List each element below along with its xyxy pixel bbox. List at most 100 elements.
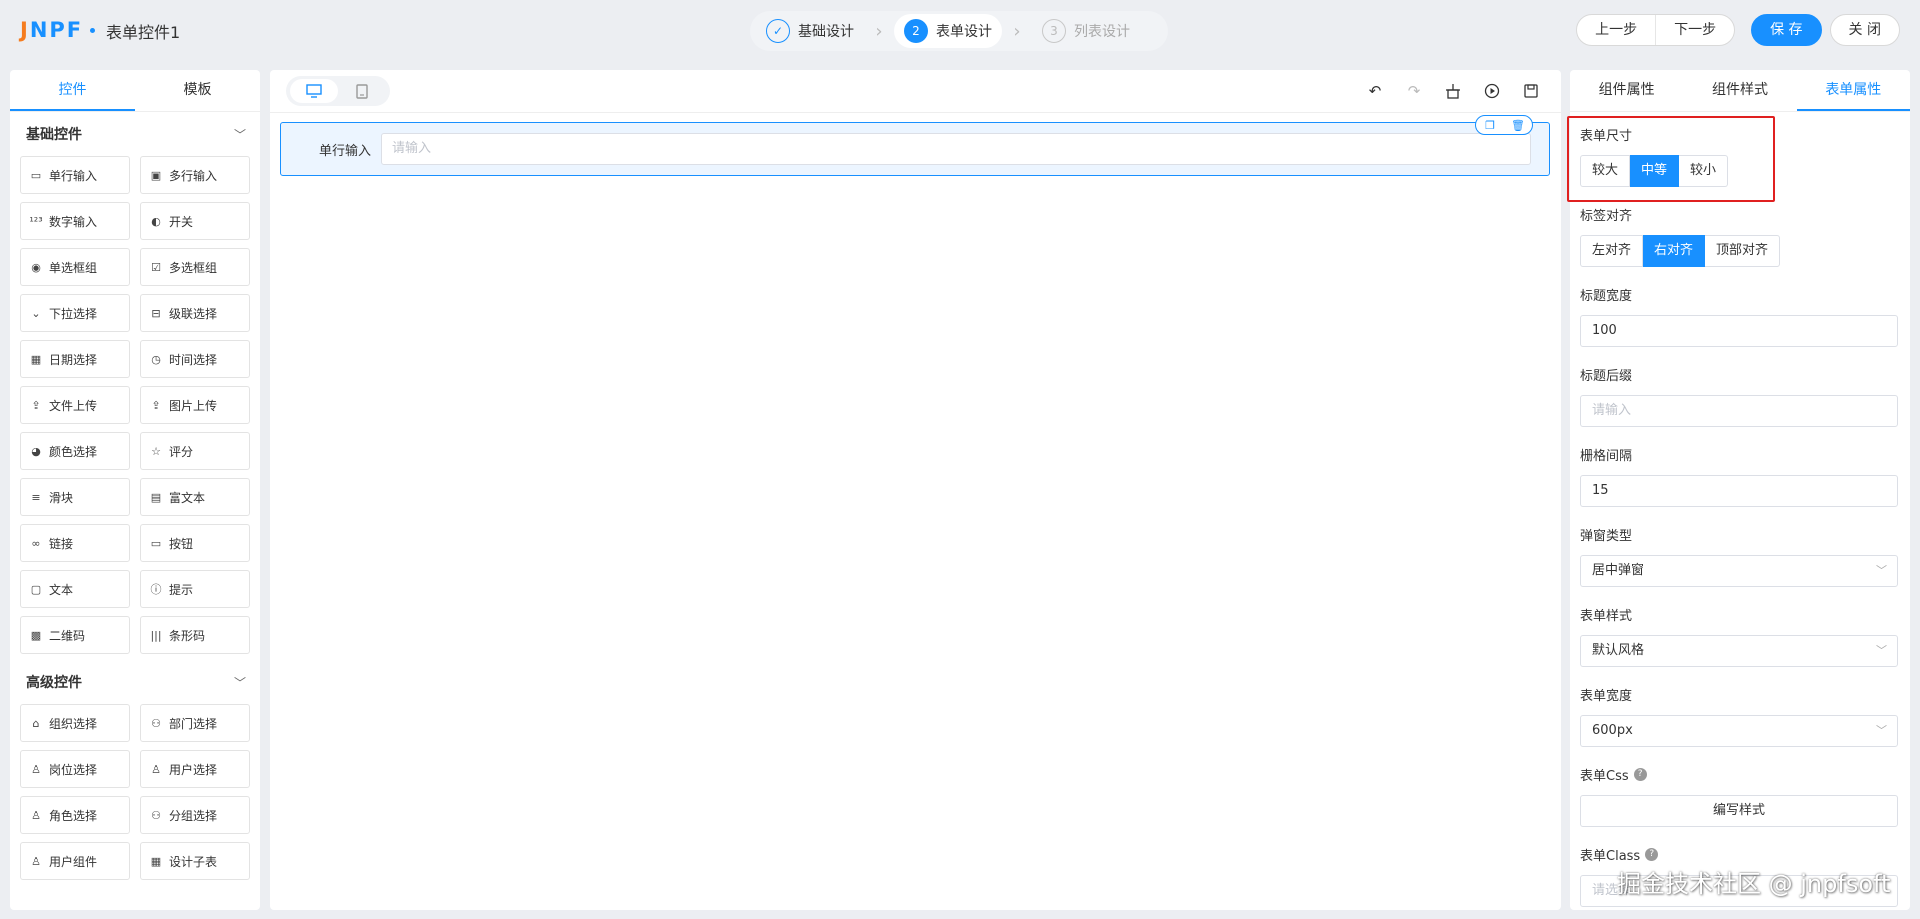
tab-components[interactable]: 控件 [10, 70, 135, 111]
step-number: 2 [904, 19, 928, 43]
barcode-icon: ||| [150, 628, 162, 642]
tab-form-props[interactable]: 表单属性 [1796, 70, 1910, 111]
next-step-button[interactable]: 下一步 [1655, 15, 1734, 45]
component-item[interactable]: ♙ 角色选择 [20, 796, 130, 834]
component-item[interactable]: ♙ 用户选择 [140, 750, 250, 788]
component-item[interactable]: ⇪ 文件上传 [20, 386, 130, 424]
chevron-down-icon: ﹀ [1876, 644, 1887, 657]
component-item[interactable]: ⚇ 分组选择 [140, 796, 250, 834]
time-icon: ◷ [151, 352, 161, 366]
align-left-button[interactable]: 左对齐 [1580, 235, 1644, 267]
step-basic-design[interactable]: ✓ 基础设计 [756, 14, 864, 48]
component-item[interactable]: ♙ 岗位选择 [20, 750, 130, 788]
component-label: 条形码 [169, 628, 206, 643]
component-item[interactable]: ◉ 单选框组 [20, 248, 130, 286]
tab-component-props[interactable]: 组件属性 [1570, 70, 1683, 111]
chevron-right-icon: › [1013, 20, 1021, 42]
component-item[interactable]: ≡ 滑块 [20, 478, 130, 516]
step-form-design[interactable]: 2 表单设计 [894, 14, 1002, 48]
component-item[interactable]: ¹²³ 数字输入 [20, 202, 130, 240]
org-icon: ⌂ [32, 716, 40, 730]
component-item[interactable]: ⊟ 级联选择 [140, 294, 250, 332]
prop-label-text: 表单Class [1580, 848, 1641, 864]
group-title: 基础控件 [26, 127, 82, 143]
qrcode-icon: ▩ [30, 628, 42, 642]
copy-icon[interactable]: ❐ [1476, 116, 1504, 134]
form-item-single-input[interactable]: 单行输入 请输入 ❐ 🗑 [280, 115, 1550, 176]
component-item[interactable]: ♙ 用户组件 [20, 842, 130, 880]
close-button[interactable]: 关 闭 [1829, 14, 1900, 46]
prop-label: 表单Class ? [1580, 844, 1898, 864]
step-label: 表单设计 [936, 24, 992, 40]
title-width-input[interactable]: 100 [1580, 315, 1898, 347]
component-item[interactable]: ∞ 链接 [20, 524, 130, 562]
component-item[interactable]: ▦ 日期选择 [20, 340, 130, 378]
chevron-down-icon: ﹀ [1876, 564, 1887, 577]
preview-play-icon[interactable] [1476, 79, 1508, 103]
app-logo: J NPF [20, 18, 84, 42]
component-label: 数字输入 [49, 214, 98, 229]
component-label: 时间选择 [169, 352, 218, 367]
help-icon[interactable]: ? [1645, 847, 1659, 861]
tab-templates[interactable]: 模板 [135, 70, 260, 111]
component-item[interactable]: ▭ 按钮 [140, 524, 250, 562]
title-width-setting: 标题宽度 100 [1580, 284, 1898, 347]
date-icon: ▦ [30, 352, 42, 366]
save-draft-icon[interactable] [1515, 79, 1547, 103]
component-label: 图片上传 [169, 398, 218, 413]
component-item[interactable]: ☆ 评分 [140, 432, 250, 470]
form-style-select[interactable]: 默认风格 ﹀ [1580, 635, 1898, 667]
save-button[interactable]: 保 存 [1751, 14, 1822, 46]
write-style-button[interactable]: 编写样式 [1580, 795, 1898, 827]
field-label: 单行输入 [318, 143, 371, 159]
component-item[interactable]: ||| 条形码 [140, 616, 250, 654]
undo-icon[interactable]: ↶ [1359, 79, 1391, 103]
single-input-field[interactable]: 请输入 [381, 133, 1531, 165]
component-label: 富文本 [169, 490, 206, 505]
align-top-button[interactable]: 顶部对齐 [1705, 235, 1781, 267]
delete-icon[interactable]: 🗑 [1504, 116, 1532, 134]
component-item[interactable]: ◕ 颜色选择 [20, 432, 130, 470]
component-label: 颜色选择 [49, 444, 98, 459]
component-item[interactable]: ⚇ 部门选择 [140, 704, 250, 742]
group-header-basic[interactable]: 基础控件 ﹀ [10, 112, 260, 156]
grid-gap-input[interactable]: 15 [1580, 475, 1898, 507]
desktop-icon[interactable] [290, 79, 338, 103]
group-header-advanced[interactable]: 高级控件 ﹀ [10, 660, 260, 704]
component-item[interactable]: ▢ 文本 [20, 570, 130, 608]
mobile-icon[interactable] [338, 79, 386, 103]
component-item[interactable]: ▤ 富文本 [140, 478, 250, 516]
step-label: 列表设计 [1074, 24, 1130, 40]
properties-tabs: 组件属性 组件样式 表单属性 [1570, 70, 1910, 112]
help-icon[interactable]: ? [1633, 767, 1647, 781]
upload-icon: ⇪ [31, 398, 41, 412]
align-right-button[interactable]: 右对齐 [1643, 235, 1706, 267]
title-suffix-input[interactable]: 请输入 [1580, 395, 1898, 427]
component-item[interactable]: ☑ 多选框组 [140, 248, 250, 286]
component-label: 组织选择 [49, 716, 98, 731]
component-item[interactable]: ⓘ 提示 [140, 570, 250, 608]
component-item[interactable]: ⇪ 图片上传 [140, 386, 250, 424]
popup-type-select[interactable]: 居中弹窗 ﹀ [1580, 555, 1898, 587]
component-item[interactable]: ◐ 开关 [140, 202, 250, 240]
component-item[interactable]: ▦ 设计子表 [140, 842, 250, 880]
step-nav-group: 上一步 下一步 [1576, 14, 1736, 46]
clear-icon[interactable] [1437, 79, 1469, 103]
component-item[interactable]: ▣ 多行输入 [140, 156, 250, 194]
user-icon: ♙ [151, 762, 161, 776]
form-width-select[interactable]: 600px ﹀ [1580, 715, 1898, 747]
label-align-segmented: 左对齐 右对齐 顶部对齐 [1580, 235, 1898, 267]
component-item[interactable]: ▩ 二维码 [20, 616, 130, 654]
tab-component-style[interactable]: 组件样式 [1683, 70, 1796, 111]
select-value: 600px [1592, 723, 1633, 738]
step-list-design[interactable]: 3 列表设计 [1032, 14, 1140, 48]
input-icon: ▭ [30, 168, 42, 182]
select-value: 默认风格 [1592, 643, 1645, 658]
redo-icon[interactable]: ↷ [1398, 79, 1430, 103]
component-item[interactable]: ⌄ 下拉选择 [20, 294, 130, 332]
component-item[interactable]: ⌂ 组织选择 [20, 704, 130, 742]
prev-step-button[interactable]: 上一步 [1577, 15, 1655, 45]
component-item[interactable]: ◷ 时间选择 [140, 340, 250, 378]
component-item[interactable]: ▭ 单行输入 [20, 156, 130, 194]
dept-icon: ⚇ [151, 716, 161, 730]
